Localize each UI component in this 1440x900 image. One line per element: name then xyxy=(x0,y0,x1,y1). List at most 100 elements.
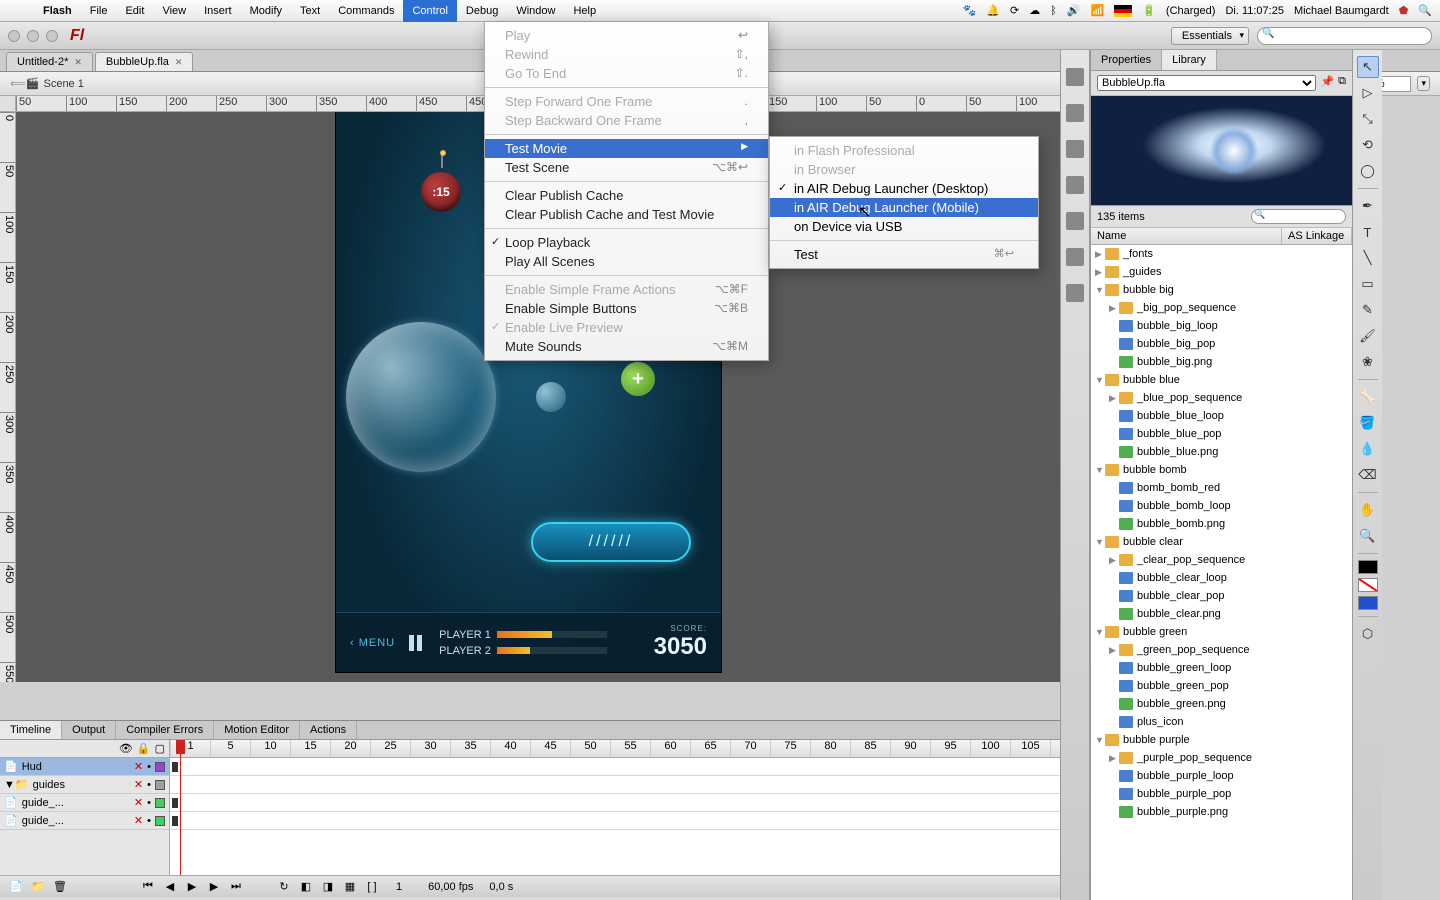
text-tool[interactable]: T xyxy=(1357,221,1379,243)
zoom-tool[interactable]: 🔍 xyxy=(1357,525,1379,547)
play-button[interactable]: ▶ xyxy=(184,879,200,895)
menu-app[interactable]: Flash xyxy=(34,0,81,22)
menu-view[interactable]: View xyxy=(153,0,195,22)
subselection-tool[interactable]: ▷ xyxy=(1357,82,1379,104)
library-item[interactable]: ▶_clear_pop_sequence xyxy=(1091,551,1352,569)
timeline-layer[interactable]: ▼📁guides✕• xyxy=(0,776,169,794)
submenu-item[interactable]: on Device via USB xyxy=(770,217,1038,236)
menuextra-cloud-icon[interactable]: ☁ xyxy=(1029,4,1040,17)
library-item[interactable]: ▶_big_pop_sequence xyxy=(1091,299,1352,317)
library-item[interactable]: bubble_big.png xyxy=(1091,353,1352,371)
tab-properties[interactable]: Properties xyxy=(1091,50,1162,70)
dock-icon[interactable] xyxy=(1066,68,1084,86)
timeline-layer[interactable]: 📄guide_...✕• xyxy=(0,794,169,812)
library-col-linkage[interactable]: AS Linkage xyxy=(1282,228,1352,244)
library-item[interactable]: ▼bubble purple xyxy=(1091,731,1352,749)
timeline-frames[interactable]: 1510152025303540455055606570758085909510… xyxy=(170,740,1060,875)
loop-button[interactable]: ↻ xyxy=(276,879,292,895)
submenu-item[interactable]: in AIR Debug Launcher (Mobile) xyxy=(770,198,1038,217)
dock-icon[interactable] xyxy=(1066,176,1084,194)
3d-rotation-tool[interactable]: ⟲ xyxy=(1357,134,1379,156)
library-item[interactable]: ▼bubble green xyxy=(1091,623,1352,641)
step-back-button[interactable]: ◀ xyxy=(162,879,178,895)
menuextra-shield-icon[interactable]: ⬟ xyxy=(1399,4,1409,17)
eyedropper-tool[interactable]: 💧 xyxy=(1357,438,1379,460)
menuextra-spotlight-icon[interactable]: 🔍 xyxy=(1418,4,1432,17)
brush-tool[interactable]: 🖌 xyxy=(1357,325,1379,347)
menuextra-user[interactable]: Michael Baumgardt xyxy=(1294,5,1389,17)
menuextra-notification-icon[interactable]: 🔔 xyxy=(986,4,1000,17)
dock-icon[interactable] xyxy=(1066,248,1084,266)
library-item[interactable]: bubble_bomb_loop xyxy=(1091,497,1352,515)
library-item[interactable]: bubble_big_pop xyxy=(1091,335,1352,353)
playhead[interactable] xyxy=(180,740,181,875)
close-tab-icon[interactable]: ✕ xyxy=(175,57,183,67)
delete-layer-button[interactable]: 🗑 xyxy=(52,879,68,895)
library-item[interactable]: ▶_guides xyxy=(1091,263,1352,281)
library-item[interactable]: bubble_green_loop xyxy=(1091,659,1352,677)
menu-modify[interactable]: Modify xyxy=(241,0,291,22)
menuextra-volume-icon[interactable]: 🔊 xyxy=(1067,4,1081,17)
timeline-layer[interactable]: 📄Hud✕• xyxy=(0,758,169,776)
bone-tool[interactable]: 🦴 xyxy=(1357,386,1379,408)
go-first-frame-button[interactable]: ⏮ xyxy=(140,879,156,895)
menu-file[interactable]: File xyxy=(81,0,117,22)
menu-window[interactable]: Window xyxy=(507,0,564,22)
library-item[interactable]: ▶_purple_pop_sequence xyxy=(1091,749,1352,767)
frame-track-hud[interactable] xyxy=(170,758,1060,776)
library-item[interactable]: bomb_bomb_red xyxy=(1091,479,1352,497)
onion-skin-button[interactable]: ◧ xyxy=(298,879,314,895)
tab-library[interactable]: Library xyxy=(1162,50,1217,70)
menu-item[interactable]: Loop Playback xyxy=(485,233,768,252)
menu-edit[interactable]: Edit xyxy=(116,0,153,22)
library-item[interactable]: bubble_big_loop xyxy=(1091,317,1352,335)
menu-item[interactable]: Play All Scenes xyxy=(485,252,768,271)
library-item[interactable]: ▼bubble bomb xyxy=(1091,461,1352,479)
menu-text[interactable]: Text xyxy=(291,0,329,22)
hand-tool[interactable]: ✋ xyxy=(1357,499,1379,521)
library-item[interactable]: bubble_clear.png xyxy=(1091,605,1352,623)
apple-menu-icon[interactable] xyxy=(8,0,26,22)
library-item[interactable]: bubble_bomb.png xyxy=(1091,515,1352,533)
fill-none-swatch[interactable] xyxy=(1358,578,1378,592)
library-search-input[interactable] xyxy=(1251,209,1346,224)
window-close-button[interactable] xyxy=(8,30,20,42)
library-col-name[interactable]: Name xyxy=(1091,228,1282,244)
outline-col-icon[interactable]: ▢ xyxy=(155,742,165,755)
close-tab-icon[interactable]: ✕ xyxy=(74,57,82,67)
library-item[interactable]: bubble_blue_pop xyxy=(1091,425,1352,443)
bottom-tab[interactable]: Motion Editor xyxy=(214,721,300,739)
menu-item[interactable]: Test Movie▶ xyxy=(485,139,768,158)
submenu-item[interactable]: in AIR Debug Launcher (Desktop) xyxy=(770,179,1038,198)
onion-markers-button[interactable]: [ ] xyxy=(364,879,380,895)
library-item[interactable]: ▼bubble blue xyxy=(1091,371,1352,389)
menuextra-bluetooth-icon[interactable]: ᛒ xyxy=(1050,5,1057,17)
library-item[interactable]: ▼bubble big xyxy=(1091,281,1352,299)
document-tab[interactable]: BubbleUp.fla✕ xyxy=(95,52,194,71)
scene-breadcrumb[interactable]: 🎬 Scene 1 xyxy=(26,77,84,90)
bottom-tab[interactable]: Compiler Errors xyxy=(116,721,214,739)
library-item[interactable]: ▶_green_pop_sequence xyxy=(1091,641,1352,659)
new-layer-button[interactable]: 📄 xyxy=(8,879,24,895)
frame-ruler[interactable]: 1510152025303540455055606570758085909510… xyxy=(170,740,1060,758)
menu-help[interactable]: Help xyxy=(564,0,605,22)
menu-item[interactable]: Mute Sounds⌥⌘M xyxy=(485,337,768,356)
library-item[interactable]: ▶_fonts xyxy=(1091,245,1352,263)
pin-library-icon[interactable]: 📌 xyxy=(1320,75,1334,91)
frame-track-guide2[interactable] xyxy=(170,812,1060,830)
window-minimize-button[interactable] xyxy=(27,30,39,42)
library-item[interactable]: bubble_purple.png xyxy=(1091,803,1352,821)
paint-bucket-tool[interactable]: 🪣 xyxy=(1357,412,1379,434)
dock-icon[interactable] xyxy=(1066,284,1084,302)
submenu-item[interactable]: Test⌘↩ xyxy=(770,245,1038,264)
menuextra-wifi-icon[interactable]: 📶 xyxy=(1091,4,1105,17)
visibility-col-icon[interactable]: 👁 xyxy=(119,742,133,755)
menu-control[interactable]: Control xyxy=(403,0,456,22)
lasso-tool[interactable]: ◯ xyxy=(1357,160,1379,182)
snap-to-objects-icon[interactable]: ⬡ xyxy=(1357,623,1379,645)
library-item[interactable]: bubble_green_pop xyxy=(1091,677,1352,695)
selection-tool[interactable]: ↖ xyxy=(1357,56,1379,78)
menu-debug[interactable]: Debug xyxy=(457,0,507,22)
dock-icon[interactable] xyxy=(1066,212,1084,230)
library-item[interactable]: bubble_clear_loop xyxy=(1091,569,1352,587)
